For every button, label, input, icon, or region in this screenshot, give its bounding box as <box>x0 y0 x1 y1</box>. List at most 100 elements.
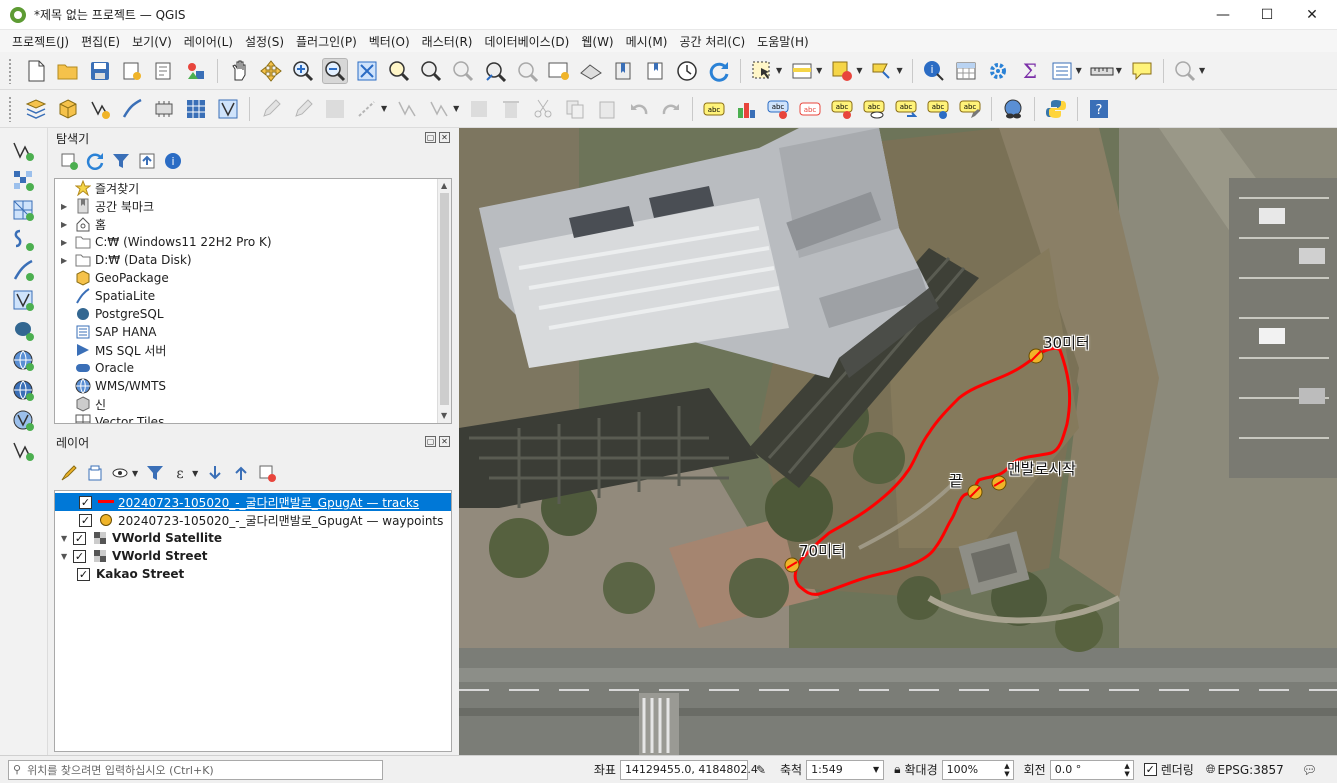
browser-tree[interactable]: 즐겨찾기 ▶ 공간 북마크 ▶ 홈 ▶ C:₩ (Windows11 22H2 Pro K)… <box>54 178 452 424</box>
measure-dropdown-icon[interactable]: ▼ <box>1116 66 1122 75</box>
browser-item[interactable]: Oracle <box>55 359 451 377</box>
layer-visibility-checkbox[interactable]: ✓ <box>77 567 90 581</box>
layout-manager-icon[interactable] <box>151 58 177 84</box>
move-label-icon[interactable]: abc <box>829 96 855 122</box>
add-postgis-icon[interactable] <box>11 318 37 344</box>
browser-item[interactable]: ▶ 공간 북마크 <box>55 197 451 215</box>
add-spatialite-icon[interactable] <box>11 258 37 284</box>
layer-visibility-checkbox[interactable]: ✓ <box>79 513 92 527</box>
zoom-out-icon[interactable] <box>322 57 348 84</box>
zoom-to-layer-icon[interactable] <box>418 58 444 84</box>
browser-item[interactable]: ▶ D:₩ (Data Disk) <box>55 251 451 269</box>
modify-attributes-icon[interactable] <box>426 96 452 122</box>
add-delimited-text-icon[interactable] <box>11 228 37 254</box>
map-tips-icon[interactable] <box>1129 58 1155 84</box>
change-label-icon[interactable]: abc <box>925 96 951 122</box>
close-button[interactable]: ✕ <box>1289 0 1335 30</box>
select-by-location-icon[interactable] <box>869 58 895 84</box>
remove-layer-icon[interactable] <box>256 462 278 484</box>
menu-item-1[interactable]: 편집(E) <box>75 33 126 50</box>
show-hide-labels-icon[interactable]: abc <box>861 96 887 122</box>
plugin-globe-icon[interactable] <box>1000 96 1026 122</box>
layer-row[interactable]: ✓ Kakao Street <box>55 565 451 583</box>
temporal-controller-icon[interactable] <box>674 58 700 84</box>
locator-search-icon[interactable] <box>1172 58 1198 84</box>
style-manager-icon[interactable] <box>183 58 209 84</box>
open-layer-styling-icon[interactable] <box>58 462 80 484</box>
coordinate-field[interactable]: 14129455.0, 4184802.4 <box>619 759 758 780</box>
save-edits-icon[interactable] <box>322 96 348 122</box>
menu-item-7[interactable]: 래스터(R) <box>416 33 479 50</box>
edit-attributes-icon[interactable] <box>466 96 492 122</box>
menu-item-6[interactable]: 벡터(O) <box>363 33 416 50</box>
layer-row[interactable]: ✓ 20240723-105020_-_굴다리맨발로_GpugAt — track… <box>55 493 451 511</box>
browser-item[interactable]: Vector Tiles <box>55 413 451 423</box>
zoom-native-resolution-icon[interactable] <box>450 58 476 84</box>
browser-filter-icon[interactable] <box>110 150 132 172</box>
rotate-label-icon[interactable]: abc <box>893 96 919 122</box>
edit-pencil-icon[interactable] <box>258 96 284 122</box>
menu-item-5[interactable]: 플러그인(P) <box>290 33 363 50</box>
rotation-spinbox[interactable]: 0.0 ° ▲ ▼ <box>1049 759 1134 780</box>
expand-all-icon[interactable] <box>204 462 226 484</box>
toolbar-grip[interactable] <box>8 57 12 84</box>
new-spatialite-layer-icon[interactable] <box>119 96 145 122</box>
layer-labeling-icon[interactable]: abc <box>701 96 727 122</box>
attribute-selection-dropdown-icon[interactable]: ▼ <box>816 66 822 75</box>
pan-to-selection-icon[interactable] <box>258 58 284 84</box>
add-vector-tile-icon[interactable] <box>11 438 37 464</box>
layer-expand-icon[interactable]: ▼ <box>55 552 73 561</box>
browser-scrollbar[interactable]: ▲ ▼ <box>437 179 451 423</box>
highlight-pinned-labels-icon[interactable]: abc <box>797 96 823 122</box>
edit-label-icon[interactable]: abc <box>957 96 983 122</box>
pan-map-icon[interactable] <box>226 58 252 84</box>
select-dropdown-icon[interactable]: ▼ <box>776 66 782 75</box>
new-print-layout-icon[interactable] <box>119 58 145 84</box>
vertex-tool-icon[interactable] <box>394 96 420 122</box>
layer-visibility-checkbox[interactable]: ✓ <box>79 495 92 509</box>
menu-item-10[interactable]: 메시(M) <box>620 33 674 50</box>
locator-search-input[interactable]: ⚲ 위치를 찾으려면 입력하십시오 (Ctrl+K) <box>8 759 383 780</box>
scale-combobox[interactable]: 1:549 ▼ <box>806 759 885 780</box>
browser-item[interactable]: SAP HANA <box>55 323 451 341</box>
digitize-icon[interactable] <box>354 96 380 122</box>
browser-item[interactable]: MS SQL 서버 <box>55 341 451 359</box>
menu-item-0[interactable]: 프로젝트(J) <box>6 33 75 50</box>
themes-dropdown-icon[interactable]: ▼ <box>132 469 138 478</box>
layer-diagram-icon[interactable] <box>733 96 759 122</box>
pin-labels-icon[interactable]: abc <box>765 96 791 122</box>
new-virtual-layer-icon[interactable] <box>151 96 177 122</box>
toolbar-grip-2[interactable] <box>8 95 12 122</box>
menu-item-4[interactable]: 설정(S) <box>239 33 290 50</box>
expand-arrow-icon[interactable]: ▶ <box>61 202 71 211</box>
layer-visibility-checkbox[interactable]: ✓ <box>73 549 86 563</box>
new-project-icon[interactable] <box>23 58 49 84</box>
messages-icon[interactable]: 💬︎ <box>1302 763 1317 777</box>
browser-refresh-icon[interactable] <box>84 150 106 172</box>
attribute-table-icon[interactable] <box>953 58 979 84</box>
manage-map-themes-icon[interactable] <box>110 462 132 484</box>
menu-item-2[interactable]: 보기(V) <box>126 33 178 50</box>
processing-toolbox-icon[interactable] <box>985 58 1011 84</box>
browser-properties-icon[interactable]: i <box>162 150 184 172</box>
expression-dropdown-icon[interactable]: ▼ <box>192 469 198 478</box>
expand-arrow-icon[interactable]: ▶ <box>61 238 71 247</box>
add-raster-layer-icon[interactable] <box>11 168 37 194</box>
layer-row[interactable]: ▼ ✓ VWorld Satellite <box>55 529 451 547</box>
new-map-view-icon[interactable] <box>546 58 572 84</box>
map-canvas[interactable]: 30미터 끝 맨발로시작 70미터 <box>459 128 1337 755</box>
show-bookmarks-icon[interactable] <box>642 58 668 84</box>
zoom-full-icon[interactable] <box>354 58 380 84</box>
new-memory-layer-icon[interactable] <box>183 96 209 122</box>
filter-by-expression-icon[interactable]: ε <box>170 462 192 484</box>
float-layers-panel-icon[interactable]: ▢ <box>425 436 436 447</box>
measure-line-icon[interactable] <box>1089 58 1115 84</box>
layer-row[interactable]: ▼ ✓ VWorld Street <box>55 547 451 565</box>
add-mesh-layer-icon[interactable] <box>11 198 37 224</box>
layer-expand-icon[interactable]: ▼ <box>55 534 73 543</box>
browser-item[interactable]: PostgreSQL <box>55 305 451 323</box>
expand-arrow-icon[interactable]: ▶ <box>61 220 71 229</box>
paste-features-icon[interactable] <box>594 96 620 122</box>
open-table-icon[interactable] <box>1049 58 1075 84</box>
menu-item-9[interactable]: 웹(W) <box>575 33 619 50</box>
